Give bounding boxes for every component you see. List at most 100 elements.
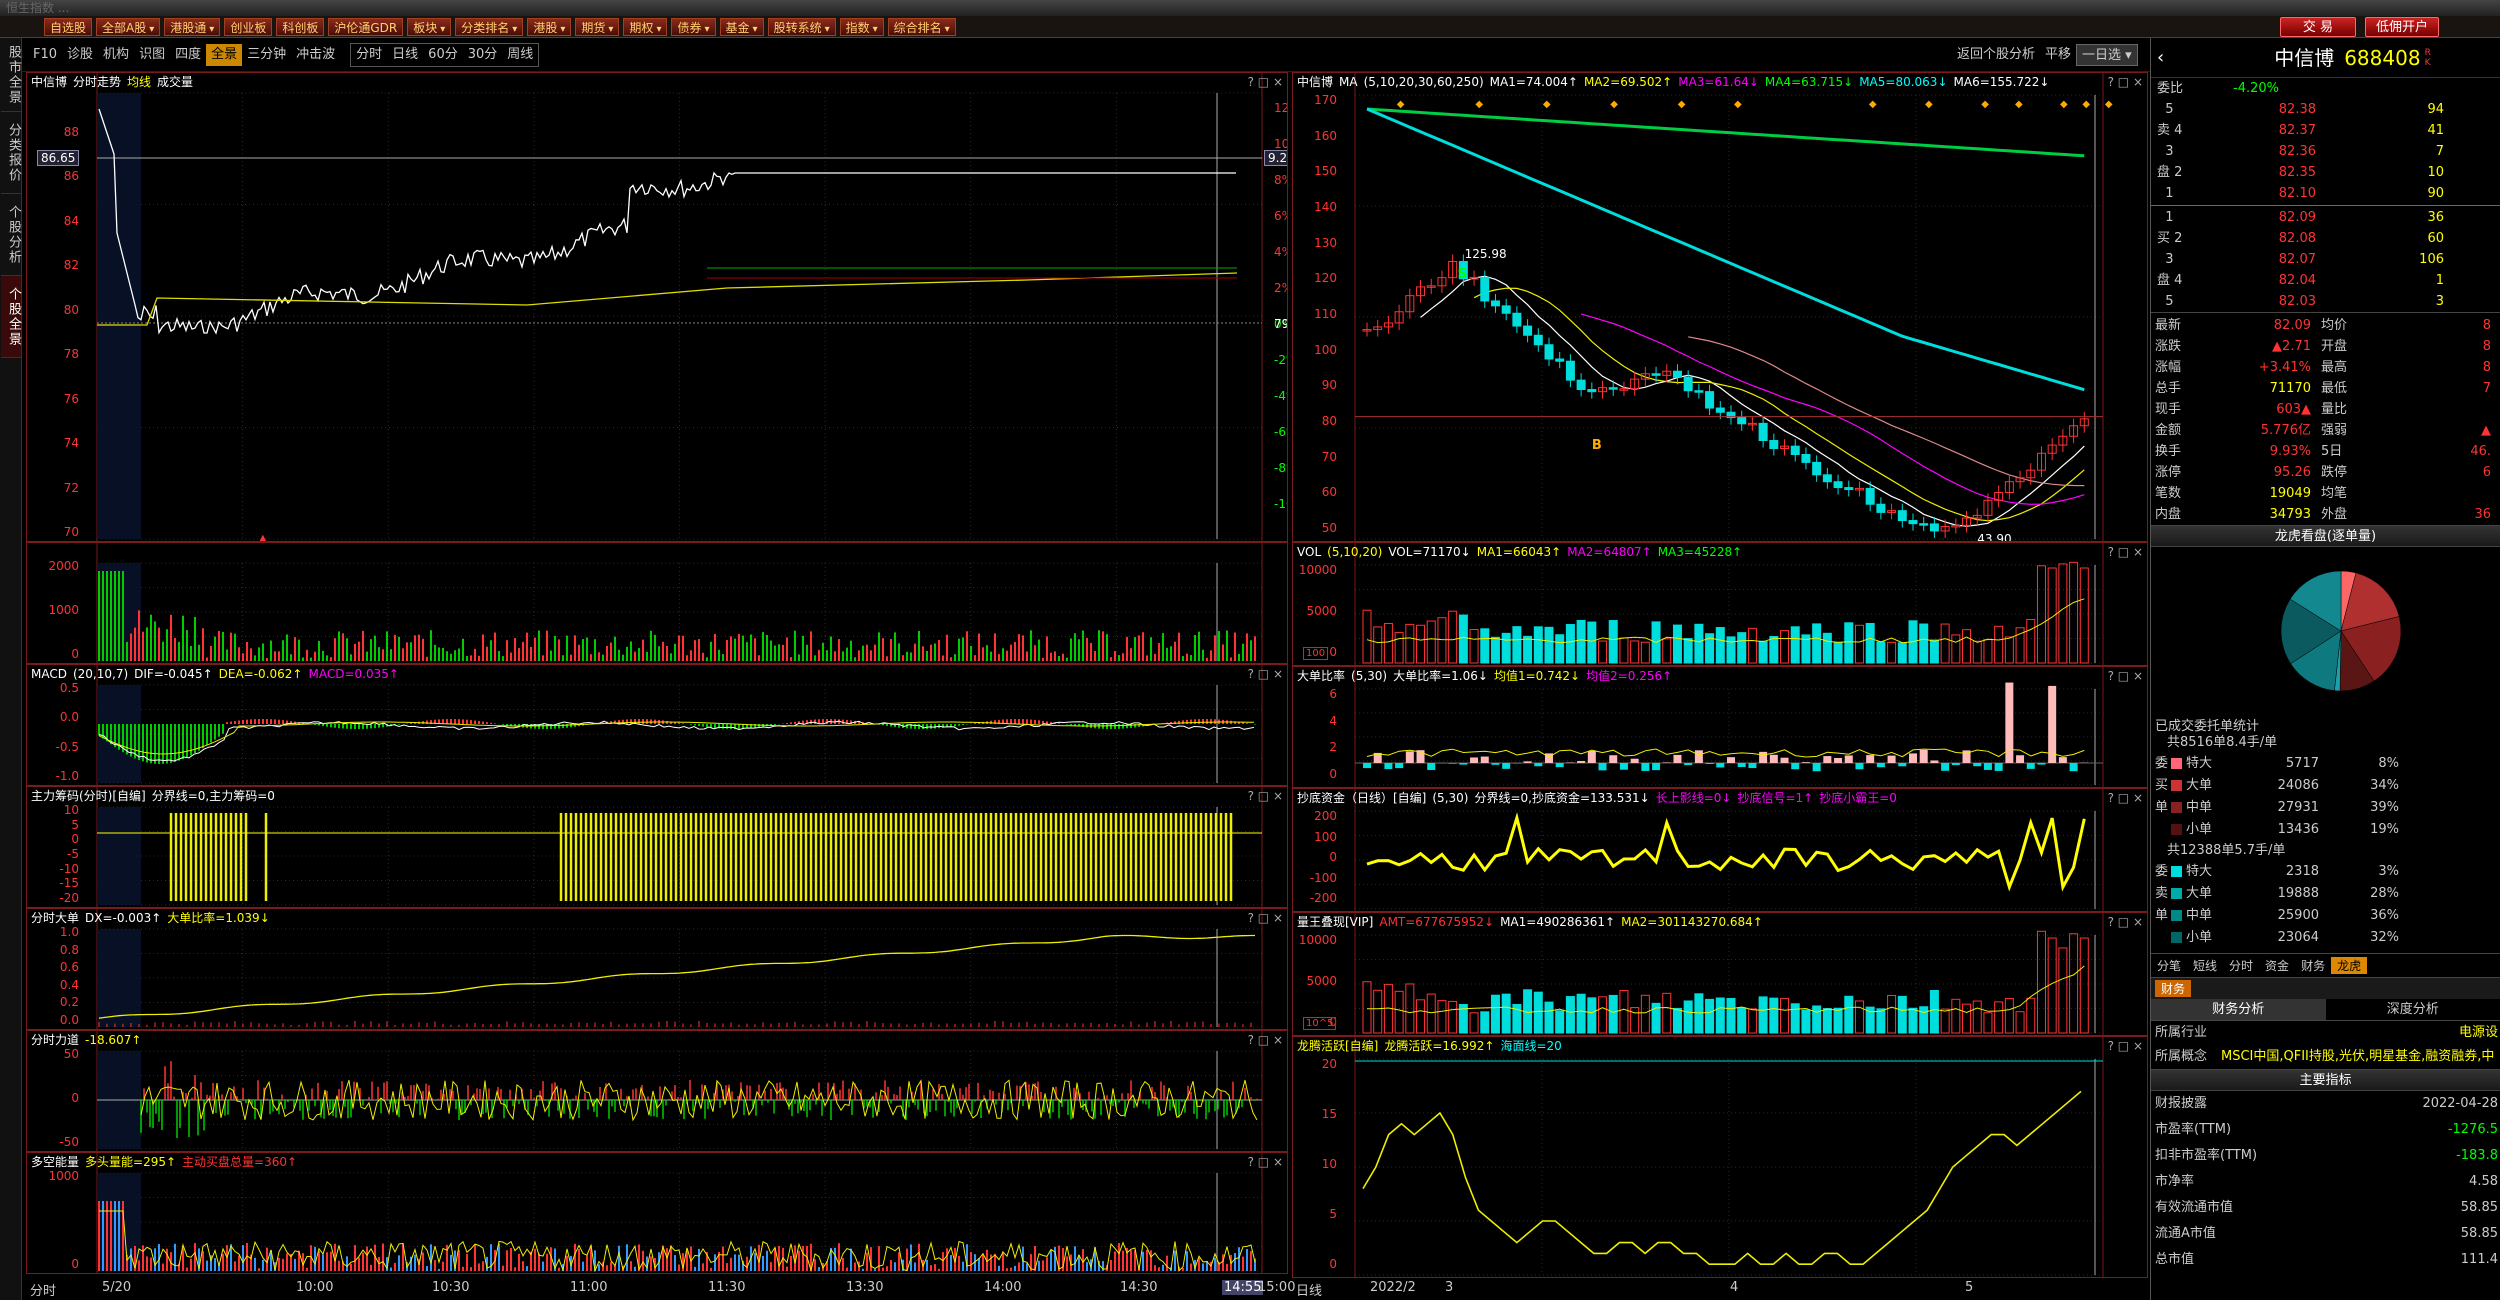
daily-lwdx-panel-controls[interactable]: ? □ × [2108, 913, 2143, 931]
time-axis-label: 11:30 [708, 1280, 746, 1295]
daily-kline-panel-controls[interactable]: ? □ × [2108, 73, 2143, 91]
intraday-lidao-panel-controls[interactable]: ? □ × [1248, 1031, 1283, 1049]
menu-item-7[interactable]: 分类排名 [455, 17, 524, 36]
intraday-dadan-panel-controls[interactable]: ? □ × [1248, 909, 1283, 927]
time-axis-label: 10:30 [432, 1280, 470, 1295]
mode-select[interactable]: 一日选 ▾ [2076, 44, 2138, 66]
side-tab-category-quote[interactable]: 分类报价 [1, 112, 21, 194]
menu-item-13[interactable]: 股转系统 [767, 17, 836, 36]
period-tab-4[interactable]: 周线 [502, 44, 538, 66]
daily-kline-ylabel: 120 [1314, 271, 1337, 286]
side-tab-stock-analysis[interactable]: 个股分析 [1, 194, 21, 276]
sell-level-row[interactable]: 卖 4 82.37 41 [2151, 120, 2500, 141]
daily-lthy-ylabel: 0 [1329, 1257, 1337, 1271]
intraday-zhuli-panel-controls[interactable]: ? □ × [1248, 787, 1283, 805]
time-axis-label: 5/20 [102, 1280, 132, 1295]
side-tab-market-overview[interactable]: 股市全景 [1, 38, 21, 112]
pct-label: 2% [1274, 281, 1287, 295]
intraday-main-panel-controls[interactable]: ? □ × [1248, 73, 1283, 91]
back-to-analysis-link[interactable]: 返回个股分析 [1952, 44, 2040, 66]
pct-label: -8% [1274, 461, 1287, 475]
menu-item-8[interactable]: 港股 [527, 17, 572, 36]
quote-bottom-tab[interactable]: 龙虎 [2331, 957, 2368, 974]
sub-tab-2[interactable]: 机构 [98, 44, 134, 66]
quote-bottom-tab[interactable]: 分时 [2223, 957, 2259, 974]
commission-pct: 19% [2370, 822, 2399, 837]
daily-bottom-tab[interactable]: 日线 [1296, 1280, 1322, 1299]
sell-level-row[interactable]: 1 82.10 90 [2151, 183, 2500, 204]
candle [1715, 407, 1725, 413]
intraday-duokong-panel-controls[interactable]: ? □ × [1248, 1153, 1283, 1171]
menu-item-15[interactable]: 综合排名 [887, 17, 956, 36]
quote-bottom-tab[interactable]: 短线 [2187, 957, 2223, 974]
fin-tab[interactable]: 财务 [2155, 980, 2192, 997]
menu-item-6[interactable]: 板块 [407, 17, 452, 36]
candle [1533, 334, 1543, 346]
period-tab-0[interactable]: 分时 [351, 44, 387, 66]
buy-volume: 106 [2419, 252, 2444, 267]
open-account-button[interactable]: 低佣开户 [2365, 17, 2439, 37]
daily-ddbl-panel-controls[interactable]: ? □ × [2108, 667, 2143, 685]
menu-item-2[interactable]: 港股通 [164, 17, 221, 36]
fin-row: 总市值 111.4 [2151, 1247, 2500, 1273]
buy-level-row[interactable]: 买 2 82.08 60 [2151, 228, 2500, 249]
sub-tab-1[interactable]: 诊股 [62, 44, 98, 66]
quote-value: 82.09 [2273, 318, 2311, 333]
menu-item-0[interactable]: 自选股 [44, 17, 93, 36]
menu-item-9[interactable]: 期货 [575, 17, 620, 36]
daily-vol-panel-controls[interactable]: ? □ × [2108, 543, 2143, 561]
menu-item-5[interactable]: 沪伦通GDR [328, 17, 404, 36]
menu-item-12[interactable]: 基金 [719, 17, 764, 36]
intraday-dadan-panel: 分时大单 DX=-0.003↑ 大单比率=1.039↓ ? □ × 1.0 0.8 0.6 0… [26, 908, 1288, 1030]
quote-bottom-tab[interactable]: 资金 [2259, 957, 2295, 974]
sell-level-row[interactable]: 盘 2 82.35 10 [2151, 162, 2500, 183]
menu-item-14[interactable]: 指数 [839, 17, 884, 36]
quote-row: 最新 82.09 均价 8 [2151, 315, 2500, 336]
menu-item-11[interactable]: 债券 [671, 17, 716, 36]
menu-item-10[interactable]: 期权 [623, 17, 668, 36]
sell-signal-marker: S [1457, 266, 1468, 282]
sell-level-row[interactable]: 5 82.38 94 [2151, 99, 2500, 120]
deep-analysis-tab[interactable]: 深度分析 [2326, 999, 2500, 1020]
intraday-lidao-chart [96, 1031, 1263, 1151]
sub-tab-6[interactable]: 三分钟 [242, 44, 291, 66]
trade-button[interactable]: 交 易 [2280, 17, 2356, 37]
buy-level-row[interactable]: 3 82.07 106 [2151, 249, 2500, 270]
sub-tab-4[interactable]: 四度 [170, 44, 206, 66]
back-arrow-icon[interactable]: ‹ [2157, 38, 2164, 78]
buy-level-row[interactable]: 盘 4 82.04 1 [2151, 270, 2500, 291]
pan-button[interactable]: 平移 [2040, 44, 2076, 66]
buy-level-row[interactable]: 1 82.09 36 [2151, 207, 2500, 228]
sell-level-row[interactable]: 3 82.36 7 [2151, 141, 2500, 162]
daily-lthy-ylabel: 5 [1329, 1207, 1337, 1221]
sub-tab-3[interactable]: 识图 [134, 44, 170, 66]
daily-chaodi-panel-controls[interactable]: ? □ × [2108, 789, 2143, 807]
daily-lthy-panel-controls[interactable]: ? □ × [2108, 1037, 2143, 1055]
order-flow-pie [2280, 570, 2402, 692]
intraday-lidao-panel: 分时力道 -18.607↑ ? □ × 50 0 -50 [26, 1030, 1288, 1152]
commission-row: 买大单 24086 34% [2151, 775, 2500, 797]
period-tab-1[interactable]: 日线 [387, 44, 423, 66]
sub-tab-0[interactable]: F10 [28, 44, 62, 66]
menu-item-3[interactable]: 创业板 [224, 17, 273, 36]
commission-row: 单中单 27931 39% [2151, 797, 2500, 819]
buy-level-row[interactable]: 5 82.03 3 [2151, 291, 2500, 312]
menu-item-4[interactable]: 科创板 [276, 17, 325, 36]
pct-label: 6% [1274, 209, 1287, 223]
daily-lthy-ylabel: 20 [1321, 1057, 1337, 1071]
buy-price: 82.04 [2278, 273, 2316, 288]
period-tab-2[interactable]: 60分 [423, 44, 463, 66]
buy-commission-rows: 委特大 5717 8% 买大单 24086 34% 单中单 27931 39% 小单 13436 19… [2151, 753, 2500, 841]
intraday-bottom-tab[interactable]: 分时 [30, 1280, 56, 1299]
quote-bottom-tab[interactable]: 分笔 [2151, 957, 2187, 974]
menu-item-1[interactable]: 全部A股 [96, 17, 161, 36]
fin-row: 有效流通市值 58.85 [2151, 1195, 2500, 1221]
sub-tab-5[interactable]: 全景 [206, 43, 243, 66]
quote-bottom-tab[interactable]: 财务 [2295, 957, 2331, 974]
side-tab-stock-overview[interactable]: 个股全景 [1, 276, 21, 358]
intraday-macd-panel-controls[interactable]: ? □ × [1248, 665, 1283, 683]
sub-tab-7[interactable]: 冲击波 [291, 44, 340, 66]
fin-analysis-tab[interactable]: 财务分析 [2151, 999, 2326, 1020]
time-axis-label: 11:00 [570, 1280, 608, 1295]
period-tab-3[interactable]: 30分 [463, 44, 503, 66]
